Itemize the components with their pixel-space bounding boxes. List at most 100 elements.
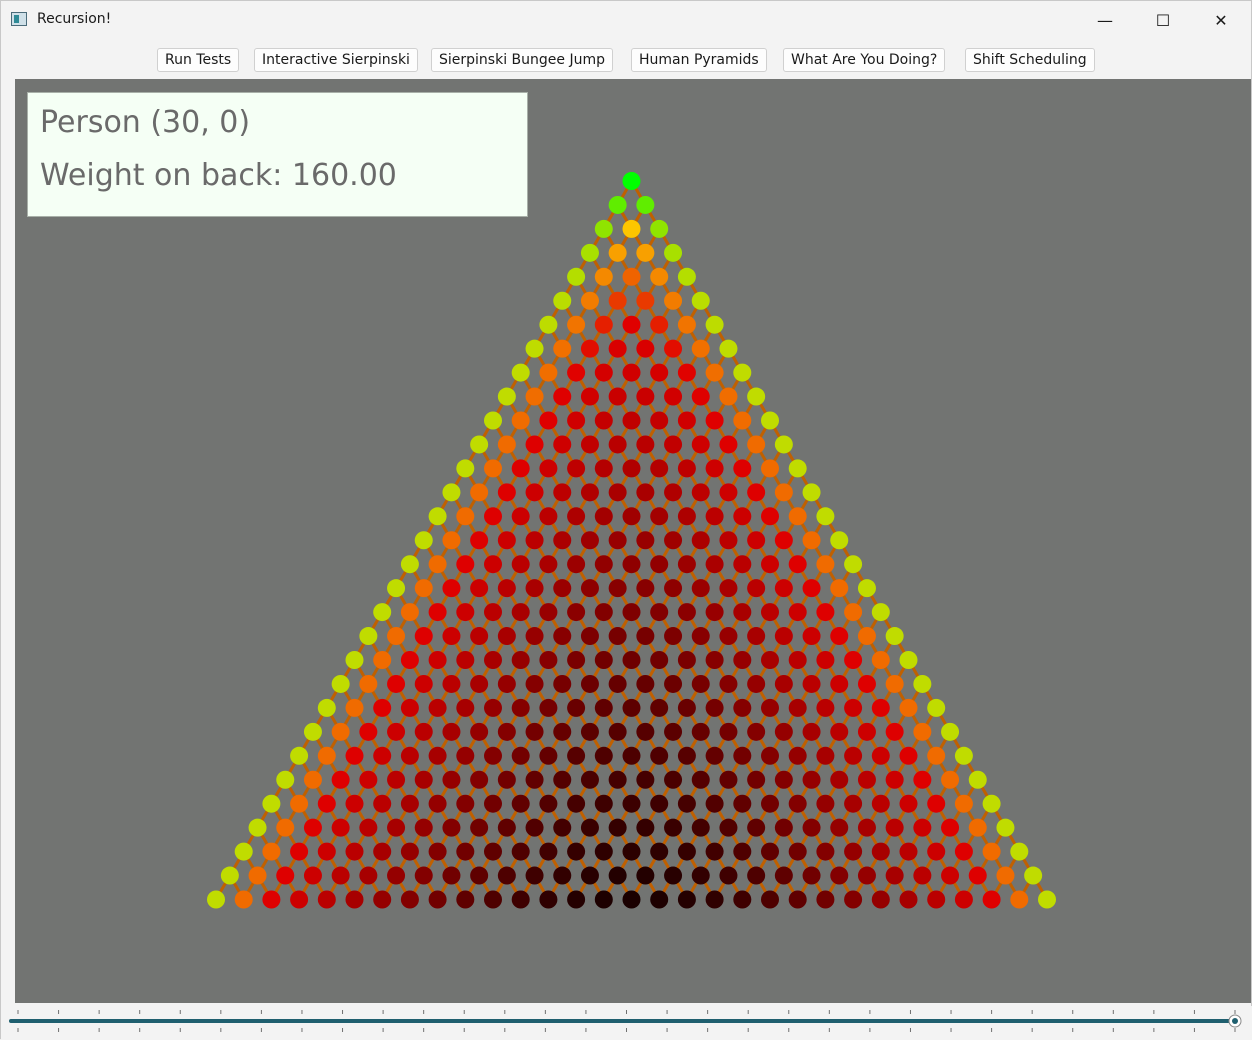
pyramid-person[interactable]: [677, 890, 696, 909]
pyramid-person[interactable]: [871, 890, 890, 909]
pyramid-person[interactable]: [664, 722, 683, 741]
pyramid-person[interactable]: [456, 794, 475, 813]
pyramid-person[interactable]: [636, 579, 655, 598]
pyramid-person[interactable]: [359, 818, 378, 837]
pyramid-person[interactable]: [733, 746, 752, 765]
pyramid-person[interactable]: [664, 770, 683, 789]
pyramid-person[interactable]: [650, 603, 669, 622]
pyramid-person[interactable]: [622, 315, 641, 334]
pyramid-person[interactable]: [539, 794, 558, 813]
pyramid-person[interactable]: [470, 866, 489, 885]
pyramid-person[interactable]: [650, 842, 669, 861]
pyramid-person[interactable]: [387, 866, 406, 885]
pyramid-person[interactable]: [636, 339, 655, 358]
pyramid-person[interactable]: [719, 483, 738, 502]
pyramid-person[interactable]: [927, 842, 946, 861]
pyramid-person[interactable]: [816, 603, 835, 622]
pyramid-person[interactable]: [359, 722, 378, 741]
pyramid-person[interactable]: [497, 866, 516, 885]
pyramid-person[interactable]: [650, 363, 669, 382]
pyramid-person[interactable]: [248, 866, 267, 885]
pyramid-person[interactable]: [830, 770, 849, 789]
pyramid-person[interactable]: [567, 555, 586, 574]
pyramid-person[interactable]: [345, 890, 364, 909]
pyramid-person[interactable]: [400, 794, 419, 813]
pyramid-person[interactable]: [580, 291, 599, 310]
pyramid-person[interactable]: [747, 531, 766, 550]
pyramid-person[interactable]: [414, 866, 433, 885]
pyramid-person[interactable]: [857, 866, 876, 885]
pyramid-person[interactable]: [580, 435, 599, 454]
pyramid-person[interactable]: [567, 315, 586, 334]
pyramid-person[interactable]: [857, 627, 876, 646]
pyramid-person[interactable]: [802, 531, 821, 550]
pyramid-person[interactable]: [428, 651, 447, 669]
pyramid-person[interactable]: [317, 842, 336, 861]
pyramid-person[interactable]: [650, 411, 669, 430]
pyramid-person[interactable]: [456, 746, 475, 765]
pyramid-person[interactable]: [927, 890, 946, 909]
pyramid-person[interactable]: [664, 579, 683, 598]
pyramid-person[interactable]: [387, 627, 406, 646]
pyramid-person[interactable]: [511, 603, 530, 622]
pyramid-person[interactable]: [539, 890, 558, 909]
pyramid-person[interactable]: [456, 459, 475, 478]
pyramid-person[interactable]: [705, 459, 724, 478]
pyramid-person[interactable]: [954, 746, 973, 765]
pyramid-person[interactable]: [788, 698, 807, 717]
pyramid-person[interactable]: [885, 866, 904, 885]
pyramid-person[interactable]: [622, 698, 641, 717]
pyramid-person[interactable]: [774, 627, 793, 646]
pyramid-person[interactable]: [677, 267, 696, 286]
pyramid-person[interactable]: [913, 722, 932, 741]
pyramid-person[interactable]: [774, 722, 793, 741]
pyramid-person[interactable]: [428, 603, 447, 622]
pyramid-person[interactable]: [733, 555, 752, 574]
pyramid-person[interactable]: [747, 818, 766, 837]
pyramid-person[interactable]: [871, 698, 890, 717]
pyramid-person[interactable]: [387, 770, 406, 789]
pyramid-person[interactable]: [553, 435, 572, 454]
pyramid-person[interactable]: [622, 267, 641, 286]
pyramid-person[interactable]: [608, 291, 627, 310]
pyramid-person[interactable]: [899, 794, 918, 813]
pyramid-person[interactable]: [484, 746, 502, 765]
pyramid-person[interactable]: [622, 411, 641, 430]
pyramid-person[interactable]: [594, 315, 613, 334]
pyramid-person[interactable]: [664, 483, 683, 502]
pyramid-person[interactable]: [691, 866, 710, 885]
pyramid-person[interactable]: [622, 555, 641, 574]
pyramid-person[interactable]: [677, 315, 696, 334]
pyramid-person[interactable]: [871, 794, 890, 813]
pyramid-person[interactable]: [594, 219, 613, 238]
pyramid-person[interactable]: [788, 603, 807, 622]
pyramid-person[interactable]: [705, 842, 724, 861]
pyramid-person[interactable]: [774, 770, 793, 789]
pyramid-person[interactable]: [857, 579, 876, 598]
pyramid-person[interactable]: [650, 651, 669, 669]
pyramid-person[interactable]: [580, 339, 599, 358]
pyramid-person[interactable]: [733, 890, 752, 909]
pyramid-person[interactable]: [470, 722, 489, 741]
pyramid-person[interactable]: [456, 507, 475, 526]
pyramid-person[interactable]: [511, 698, 530, 717]
pyramid-person[interactable]: [553, 291, 572, 310]
pyramid-person[interactable]: [497, 627, 516, 646]
pyramid-person[interactable]: [719, 579, 738, 598]
pyramid-person[interactable]: [359, 866, 378, 885]
pyramid-person[interactable]: [761, 459, 779, 478]
pyramid-person[interactable]: [927, 794, 946, 813]
pyramid-person[interactable]: [747, 722, 766, 741]
pyramid-person[interactable]: [899, 890, 918, 909]
pyramid-person[interactable]: [802, 770, 821, 789]
pyramid-person[interactable]: [456, 555, 475, 574]
pyramid-person[interactable]: [719, 531, 738, 550]
pyramid-person[interactable]: [636, 722, 655, 741]
pyramid-person[interactable]: [234, 842, 253, 861]
pyramid-person[interactable]: [733, 842, 752, 861]
pyramid-person[interactable]: [400, 746, 419, 765]
pyramid-person[interactable]: [497, 770, 516, 789]
pyramid-person[interactable]: [844, 890, 863, 909]
pyramid-person[interactable]: [719, 722, 738, 741]
pyramid-person[interactable]: [525, 770, 544, 789]
